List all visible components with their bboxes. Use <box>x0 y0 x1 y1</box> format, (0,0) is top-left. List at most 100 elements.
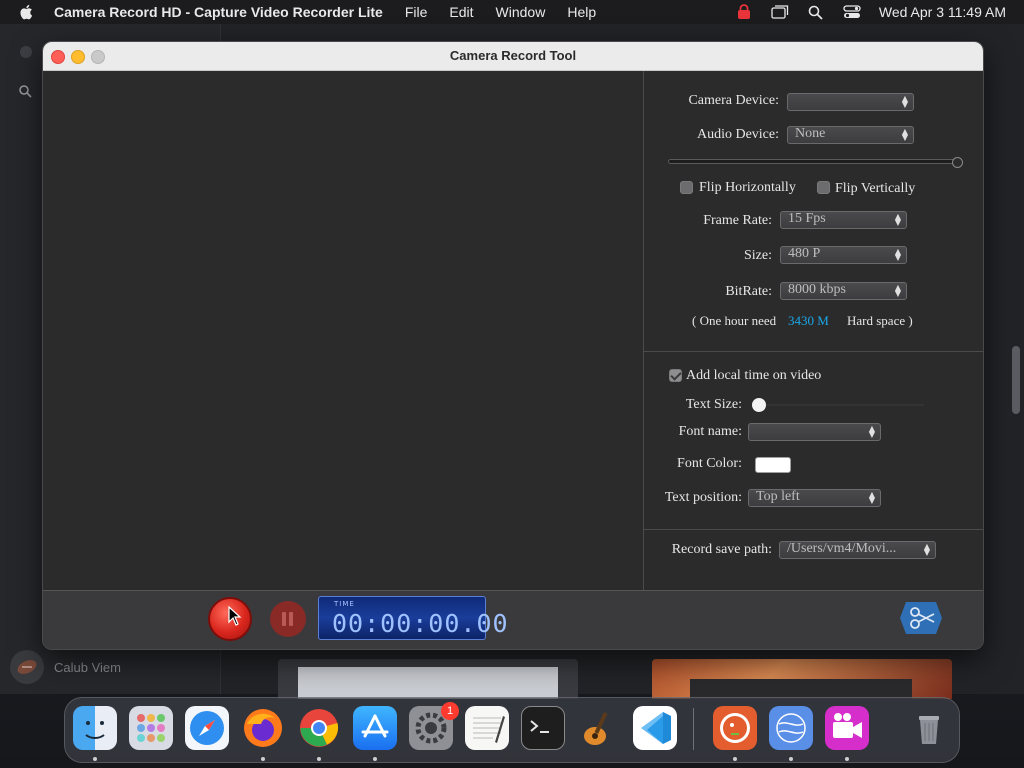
font-name-select[interactable]: ▲ ▼ <box>748 423 881 441</box>
background-thumbnail-2[interactable] <box>652 659 952 699</box>
control-center-icon[interactable] <box>843 4 861 20</box>
chevron-updown-icon: ▲ ▼ <box>894 283 901 298</box>
running-indicator <box>789 757 793 761</box>
notification-badge: 1 <box>441 702 459 720</box>
size-label: Size: <box>744 248 772 263</box>
launchpad-icon[interactable] <box>129 706 173 750</box>
background-thumbnail-1[interactable] <box>278 659 578 699</box>
flip-horizontally-label: Flip Horizontally <box>699 180 796 195</box>
frame-rate-select[interactable]: 15 Fps ▲ ▼ <box>780 211 907 229</box>
running-indicator <box>845 757 849 761</box>
control-bar: TIME 00:00:00.00 <box>43 590 983 649</box>
pause-button[interactable] <box>270 601 306 637</box>
running-indicator <box>317 757 321 761</box>
audio-level-handle[interactable] <box>952 157 964 168</box>
trash-icon[interactable] <box>907 706 951 750</box>
lock-status-icon[interactable] <box>735 4 753 20</box>
flip-vertically-checkbox[interactable] <box>817 181 830 194</box>
timer-label: TIME <box>334 600 355 608</box>
vscode-icon[interactable] <box>633 706 677 750</box>
text-size-slider[interactable] <box>759 404 924 406</box>
audio-level-slider[interactable] <box>668 159 962 164</box>
textedit-icon[interactable] <box>465 706 509 750</box>
menubar-clock[interactable]: Wed Apr 3 11:49 AM <box>879 4 1006 20</box>
text-size-handle[interactable] <box>752 398 766 412</box>
size-select[interactable]: 480 P ▲ ▼ <box>780 246 907 264</box>
font-color-swatch[interactable] <box>755 457 791 473</box>
terminal-icon[interactable] <box>521 706 565 750</box>
app-store-icon[interactable] <box>353 706 397 750</box>
background-window-dot <box>20 46 32 58</box>
audio-device-value: None <box>795 126 826 141</box>
text-position-select[interactable]: Top left ▲ ▼ <box>748 489 881 507</box>
camera-record-hd-icon[interactable] <box>825 706 869 750</box>
camera-record-window: Camera Record Tool Camera Device: ▲ ▼ Aud… <box>42 41 984 650</box>
menubar: Camera Record HD - Capture Video Recorde… <box>0 0 1024 24</box>
mouse-pointer-icon <box>228 606 242 626</box>
bitrate-select[interactable]: 8000 kbps ▲ ▼ <box>780 282 907 300</box>
menu-edit[interactable]: Edit <box>449 4 473 20</box>
apple-menu-icon[interactable] <box>18 3 36 21</box>
chevron-updown-icon: ▲ ▼ <box>901 127 908 142</box>
frame-rate-value: 15 Fps <box>788 211 826 226</box>
menu-file[interactable]: File <box>405 4 428 20</box>
flip-vertically-label: Flip Vertically <box>835 181 916 196</box>
camera-device-select[interactable]: ▲ ▼ <box>787 93 914 111</box>
duckduckgo-icon[interactable] <box>713 706 757 750</box>
font-name-label: Font name: <box>678 424 742 439</box>
safari-icon[interactable] <box>185 706 229 750</box>
chevron-updown-icon: ▲ ▼ <box>901 94 908 109</box>
save-path-select[interactable]: /Users/vm4/Movi... ▲ ▼ <box>779 541 936 559</box>
flip-horizontally-checkbox[interactable] <box>680 181 693 194</box>
running-indicator <box>733 757 737 761</box>
space-estimate-prefix: ( One hour need <box>692 313 777 328</box>
window-title: Camera Record Tool <box>449 48 577 63</box>
running-indicator <box>373 757 377 761</box>
chevron-updown-icon: ▲ ▼ <box>868 490 875 505</box>
timer-value: 00:00:00.00 <box>332 609 509 638</box>
menubar-app-name[interactable]: Camera Record HD - Capture Video Recorde… <box>54 4 383 20</box>
network-radar-icon[interactable] <box>769 706 813 750</box>
search-icon[interactable] <box>18 84 32 98</box>
scissors-icon[interactable] <box>898 600 944 636</box>
menu-window[interactable]: Window <box>496 4 546 20</box>
section-divider <box>644 351 983 352</box>
bitrate-label: BitRate: <box>725 284 772 299</box>
frame-rate-label: Frame Rate: <box>703 213 772 228</box>
finder-icon[interactable] <box>73 706 117 750</box>
record-timer: TIME 00:00:00.00 <box>318 596 508 640</box>
chevron-updown-icon: ▲ ▼ <box>923 542 930 557</box>
window-titlebar[interactable]: Camera Record Tool <box>43 42 983 71</box>
chrome-icon[interactable] <box>297 706 341 750</box>
save-path-value: /Users/vm4/Movi... <box>787 541 897 556</box>
chevron-updown-icon: ▲ ▼ <box>868 424 875 439</box>
space-estimate-suffix: Hard space ) <box>847 313 913 328</box>
background-user[interactable]: Calub Viem <box>10 650 121 684</box>
section-divider <box>644 529 983 530</box>
chevron-updown-icon: ▲ ▼ <box>894 212 901 227</box>
text-size-label: Text Size: <box>685 397 742 412</box>
add-local-time-checkbox[interactable] <box>669 369 682 382</box>
avatar <box>10 650 44 684</box>
desktop: Camera Record HD - Capture Video Recorde… <box>0 0 1024 768</box>
add-local-time-label: Add local time on video <box>686 368 822 383</box>
text-position-label: Text position: <box>664 490 742 505</box>
dock-divider <box>693 708 694 750</box>
background-scrollbar[interactable] <box>1012 346 1020 414</box>
window-switcher-icon[interactable] <box>771 4 789 20</box>
size-value: 480 P <box>788 246 821 261</box>
running-indicator <box>261 757 265 761</box>
spotlight-search-icon[interactable] <box>807 4 825 20</box>
firefox-icon[interactable] <box>241 706 285 750</box>
camera-preview <box>43 71 644 590</box>
menu-help[interactable]: Help <box>567 4 596 20</box>
garageband-icon[interactable] <box>577 706 621 750</box>
running-indicator <box>93 757 97 761</box>
system-settings-icon[interactable]: 1 <box>409 702 459 750</box>
chevron-updown-icon: ▲ ▼ <box>894 247 901 262</box>
save-path-label: Record save path: <box>671 542 772 557</box>
audio-device-select[interactable]: None ▲ ▼ <box>787 126 914 144</box>
font-color-label: Font Color: <box>677 456 742 471</box>
bitrate-value: 8000 kbps <box>788 282 846 297</box>
text-position-value: Top left <box>756 489 800 504</box>
